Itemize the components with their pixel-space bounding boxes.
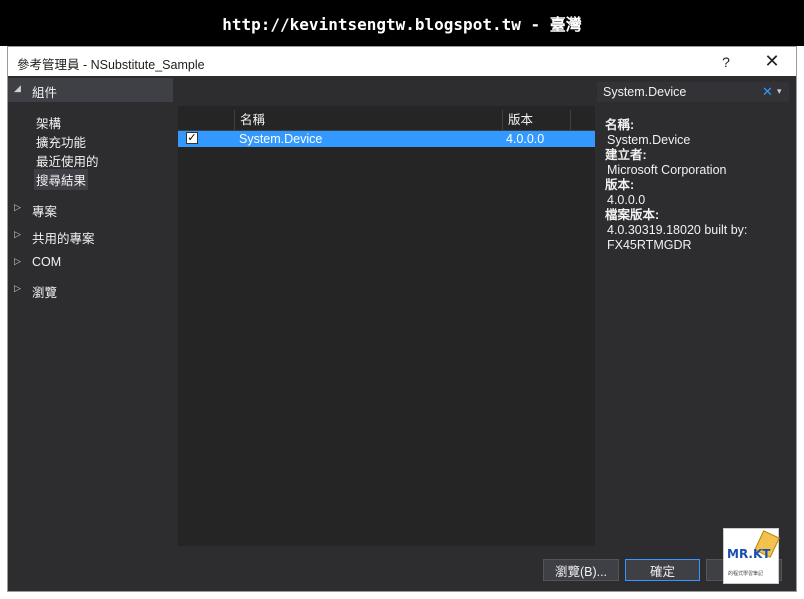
sidebar-section-label: COM xyxy=(32,255,62,269)
sidebar-section-assemblies[interactable]: ◢ 組件 xyxy=(8,78,173,102)
row-version: 4.0.0.0 xyxy=(506,132,545,146)
reference-manager-window: 參考管理員 - NSubstitute_Sample ? ✕ ◢ 組件 架構 擴… xyxy=(7,46,797,592)
detail-file-version-value: 4.0.30319.18020 built by: xyxy=(607,223,748,237)
browse-button[interactable]: 瀏覽(B)... xyxy=(543,559,619,581)
blog-url-banner: http://kevintsengtw.blogspot.tw - 臺灣 xyxy=(0,0,804,46)
table-row[interactable]: ✓ System.Device 4.0.0.0 xyxy=(178,131,595,147)
ok-button[interactable]: 確定 xyxy=(625,559,700,581)
sidebar-section-shared-projects[interactable]: ▷ 共用的專案 xyxy=(8,224,173,248)
collapsed-arrow-icon: ▷ xyxy=(14,256,21,266)
sidebar-item-search-results[interactable]: 搜尋結果 xyxy=(34,169,89,190)
detail-name-value: System.Device xyxy=(607,133,691,147)
title-bar: 參考管理員 - NSubstitute_Sample ? ✕ xyxy=(8,47,796,76)
sidebar-section-projects[interactable]: ▷ 專案 xyxy=(8,197,173,221)
sidebar-section-browse[interactable]: ▷ 瀏覽 xyxy=(8,278,173,302)
close-button[interactable]: ✕ xyxy=(750,47,794,76)
window-title: 參考管理員 - NSubstitute_Sample xyxy=(17,58,205,72)
sidebar-section-label: 組件 xyxy=(32,86,58,100)
assembly-list: 名稱 版本 ✓ System.Device 4.0.0.0 xyxy=(178,106,595,546)
collapsed-arrow-icon: ▷ xyxy=(14,202,21,212)
sidebar-section-com[interactable]: ▷ COM xyxy=(8,251,173,275)
detail-creator-value: Microsoft Corporation xyxy=(607,163,727,177)
category-sidebar: ◢ 組件 架構 擴充功能 最近使用的 搜尋結果 ▷ 專案 ▷ 共用的專案 ▷ C… xyxy=(8,76,173,551)
detail-file-version-build: FX45RTMGDR xyxy=(607,238,692,252)
detail-creator-label: 建立者: xyxy=(605,148,647,162)
detail-version-value: 4.0.0.0 xyxy=(607,193,646,207)
sidebar-section-label: 瀏覽 xyxy=(32,286,58,300)
checkmark-icon: ✓ xyxy=(187,132,197,144)
list-header: 名稱 版本 xyxy=(178,110,595,131)
details-panel: 名稱: System.Device 建立者: Microsoft Corpora… xyxy=(605,118,790,253)
search-box[interactable]: System.Device ✕ ▾ xyxy=(597,82,789,102)
chevron-down-icon[interactable]: ▾ xyxy=(777,86,782,97)
mr-kt-logo: MR.KT 的程式學習筆記 xyxy=(723,528,780,584)
include-checkbox[interactable]: ✓ xyxy=(186,132,198,144)
detail-file-version-label: 檔案版本: xyxy=(605,208,660,222)
column-header-name[interactable]: 名稱 xyxy=(234,110,502,130)
sidebar-item-framework[interactable]: 架構 xyxy=(34,112,63,133)
logo-text: MR.KT xyxy=(727,547,771,561)
sidebar-item-recent[interactable]: 最近使用的 xyxy=(34,150,101,171)
detail-name-label: 名稱: xyxy=(605,118,635,132)
dialog-client-area: ◢ 組件 架構 擴充功能 最近使用的 搜尋結果 ▷ 專案 ▷ 共用的專案 ▷ C… xyxy=(8,76,796,591)
sidebar-section-label: 共用的專案 xyxy=(32,232,95,246)
help-button[interactable]: ? xyxy=(704,47,748,76)
row-name: System.Device xyxy=(239,132,323,146)
clear-search-icon[interactable]: ✕ xyxy=(762,84,773,100)
detail-version-label: 版本: xyxy=(605,178,635,192)
collapsed-arrow-icon: ▷ xyxy=(14,229,21,239)
sidebar-section-label: 專案 xyxy=(32,205,58,219)
search-input[interactable]: System.Device xyxy=(603,85,686,99)
logo-subtitle: 的程式學習筆記 xyxy=(728,571,764,577)
column-header-empty xyxy=(570,110,595,130)
collapsed-arrow-icon: ▷ xyxy=(14,283,21,293)
expanded-arrow-icon: ◢ xyxy=(14,83,21,93)
column-header-version[interactable]: 版本 xyxy=(502,110,570,130)
sidebar-item-extensions[interactable]: 擴充功能 xyxy=(34,131,88,152)
